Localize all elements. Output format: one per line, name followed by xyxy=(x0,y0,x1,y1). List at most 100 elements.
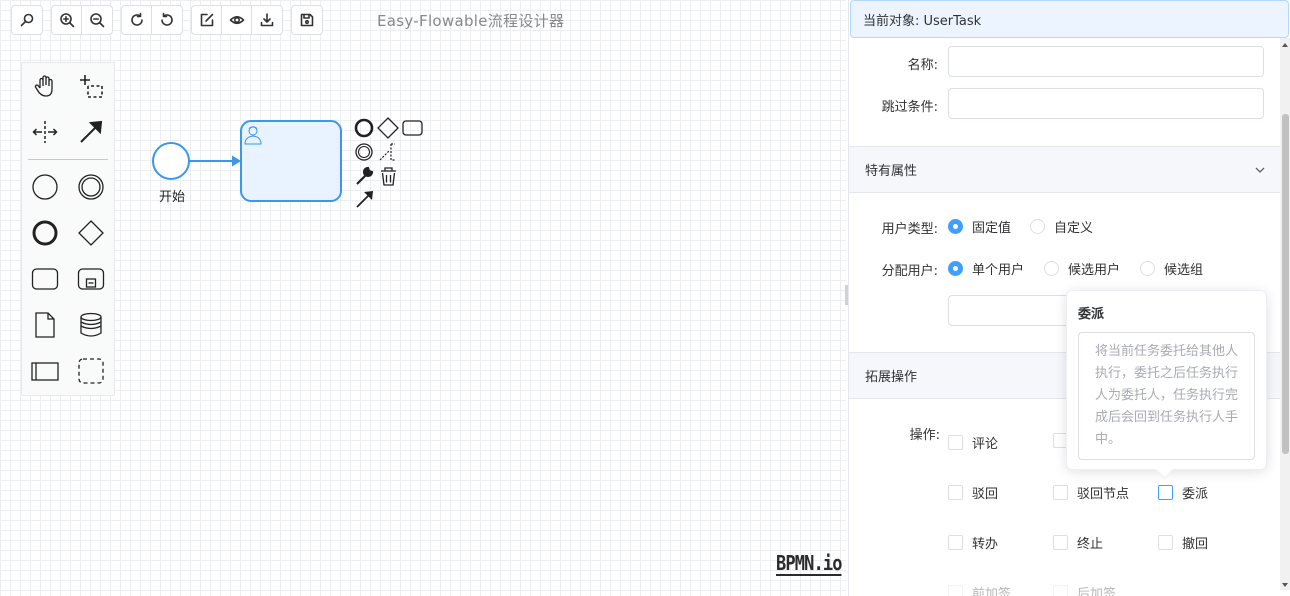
scroll-thumb[interactable] xyxy=(1282,114,1289,454)
checkbox-box xyxy=(1053,535,1068,550)
name-label: 名称: xyxy=(907,58,938,73)
zoom-in-button[interactable] xyxy=(52,6,82,34)
user-type-label: 用户类型: xyxy=(881,222,938,237)
op-checkbox-delegate[interactable]: 委派 xyxy=(1158,483,1208,502)
group-tool[interactable] xyxy=(71,351,111,391)
op-checkbox-reject[interactable]: 驳回 xyxy=(948,483,998,502)
redo-button[interactable] xyxy=(122,6,152,34)
bpmn-io-logo[interactable]: BPMN.io xyxy=(776,552,843,576)
ops-label: 操作: xyxy=(909,428,940,443)
search-button[interactable] xyxy=(12,6,42,34)
delegate-tooltip-popover: 委派 将当前任务委托给其他人执行，委托之后任务执行人为委托人，任务执行完成后会回… xyxy=(1066,290,1267,470)
lasso-tool-icon xyxy=(80,75,103,98)
hand-tool[interactable] xyxy=(25,66,65,106)
subprocess-icon xyxy=(77,268,105,290)
user-type-radio-fixed[interactable]: 固定值 xyxy=(948,217,1011,236)
append-end-event-icon[interactable] xyxy=(354,118,374,138)
name-row: 名称: xyxy=(849,46,1280,88)
change-type-wrench-icon[interactable] xyxy=(356,166,374,185)
op-checkbox-withdraw[interactable]: 撤回 xyxy=(1158,533,1208,552)
append-gateway-icon[interactable] xyxy=(377,117,399,139)
preview-button[interactable] xyxy=(222,6,252,34)
op-checkbox-terminate[interactable]: 终止 xyxy=(1053,533,1103,552)
save-button[interactable] xyxy=(292,6,322,34)
connect-tool[interactable] xyxy=(71,112,111,152)
checkbox-box xyxy=(1158,535,1173,550)
user-task[interactable] xyxy=(240,120,342,202)
element-palette xyxy=(21,62,115,396)
toolbar-group-zoom xyxy=(51,5,113,35)
op-checkbox-comment[interactable]: 评论 xyxy=(948,433,998,452)
skip-condition-row: 跳过条件: xyxy=(849,88,1280,130)
end-event-icon xyxy=(32,220,58,246)
scroll-down-arrow-icon[interactable] xyxy=(1282,583,1288,587)
palette-separator xyxy=(28,159,108,160)
user-type-radio-custom[interactable]: 自定义 xyxy=(1030,217,1093,236)
name-input[interactable] xyxy=(948,46,1264,77)
op-checkbox-transfer[interactable]: 转办 xyxy=(948,533,998,552)
start-event-tool[interactable] xyxy=(25,167,65,207)
data-store-tool[interactable] xyxy=(71,305,111,345)
checkbox-box xyxy=(948,585,963,596)
op-checkbox-add-sign-after[interactable]: 后加签 xyxy=(1053,583,1116,596)
scroll-up-arrow-icon[interactable] xyxy=(1282,43,1288,47)
panel-scrollbar[interactable] xyxy=(1280,38,1290,590)
download-icon xyxy=(260,13,274,27)
undo-icon xyxy=(161,12,173,26)
op-reject-label: 驳回 xyxy=(972,487,999,502)
preview-eye-icon xyxy=(229,15,244,25)
data-object-tool[interactable] xyxy=(25,305,65,345)
start-event[interactable] xyxy=(152,142,190,180)
pool-tool[interactable] xyxy=(25,351,65,391)
undo-button[interactable] xyxy=(152,6,182,34)
checkbox-box xyxy=(948,535,963,550)
space-tool[interactable] xyxy=(25,112,65,152)
sequence-flow-arrow xyxy=(232,155,241,167)
special-properties-section-header[interactable]: 特有属性 xyxy=(849,146,1280,193)
import-button[interactable] xyxy=(192,6,222,34)
append-task-icon[interactable] xyxy=(402,120,423,136)
bpmn-canvas[interactable]: Easy-Flowable流程设计器 开始 BPMN.io xyxy=(0,0,846,596)
chevron-down-icon xyxy=(1255,167,1265,173)
redo-icon xyxy=(130,12,143,26)
search-icon xyxy=(20,13,34,27)
app-title: Easy-Flowable流程设计器 xyxy=(377,11,565,30)
append-text-annotation-icon[interactable] xyxy=(379,143,395,161)
toolbar-group-history xyxy=(121,5,183,35)
user-type-custom-label: 自定义 xyxy=(1054,221,1094,236)
end-event-tool[interactable] xyxy=(25,213,65,253)
skip-condition-input[interactable] xyxy=(948,88,1264,119)
skip-condition-label: 跳过条件: xyxy=(881,100,938,115)
toolbar-group-file xyxy=(191,5,283,35)
gateway-tool[interactable] xyxy=(71,213,111,253)
task-tool[interactable] xyxy=(25,259,65,299)
checkbox-box xyxy=(1053,485,1068,500)
save-icon xyxy=(300,13,314,27)
import-icon xyxy=(200,13,213,27)
radio-dot xyxy=(1044,261,1059,276)
assign-single-label: 单个用户 xyxy=(972,263,1025,278)
data-object-icon xyxy=(35,312,55,338)
checkbox-box xyxy=(1053,585,1068,596)
diagram-layer xyxy=(152,117,423,208)
intermediate-event-tool[interactable] xyxy=(71,167,111,207)
op-reject-node-label: 驳回节点 xyxy=(1077,487,1130,502)
start-event-label: 开始 xyxy=(159,190,186,205)
op-comment-label: 评论 xyxy=(972,437,999,452)
op-terminate-label: 终止 xyxy=(1077,537,1104,552)
op-checkbox-add-sign-before[interactable]: 前加签 xyxy=(948,583,1011,596)
zoom-out-button[interactable] xyxy=(82,6,112,34)
download-button[interactable] xyxy=(252,6,282,34)
connect-arrow-icon[interactable] xyxy=(356,191,373,208)
space-tool-icon xyxy=(32,121,58,143)
lasso-tool[interactable] xyxy=(71,66,111,106)
subprocess-tool[interactable] xyxy=(71,259,111,299)
checkbox-box xyxy=(948,435,963,450)
op-delegate-label: 委派 xyxy=(1182,487,1209,502)
assign-radio-single[interactable]: 单个用户 xyxy=(948,259,1024,278)
assign-radio-candidate-groups[interactable]: 候选组 xyxy=(1140,259,1203,278)
delete-trash-icon[interactable] xyxy=(381,167,396,186)
assign-radio-candidate-users[interactable]: 候选用户 xyxy=(1044,259,1120,278)
op-checkbox-reject-node[interactable]: 驳回节点 xyxy=(1053,483,1129,502)
current-object-header: 当前对象: UserTask xyxy=(850,0,1289,38)
